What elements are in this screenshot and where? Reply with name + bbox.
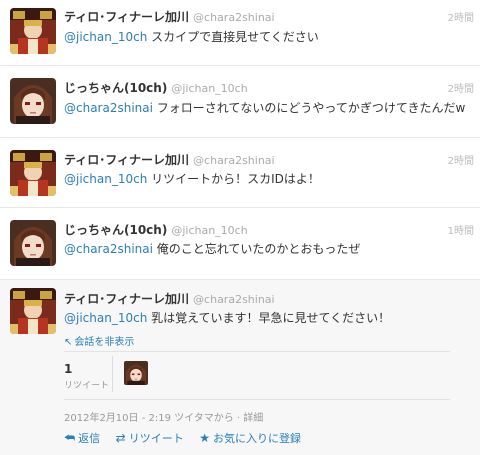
- divider: [64, 399, 450, 400]
- retweet-icon: ⇄: [115, 431, 126, 445]
- retweeter-avatar[interactable]: [124, 361, 148, 385]
- avatar[interactable]: [10, 78, 56, 124]
- user-name[interactable]: ティロ･フィナーレ加川: [64, 292, 189, 306]
- favorite-label: お気に入りに登録: [213, 432, 301, 445]
- timestamp[interactable]: 2時間: [448, 9, 474, 24]
- tweet-body: 乳は覚えています！早急に見せてください！: [147, 311, 391, 325]
- tweet-text: @jichan_10ch リツイートから！スカIDはよ！: [64, 170, 474, 187]
- tweet[interactable]: ティロ･フィナーレ加川 @chara2shinai 2時間 @jichan_10c…: [0, 138, 480, 208]
- user-handle[interactable]: @chara2shinai: [193, 154, 275, 167]
- user-name[interactable]: ティロ･フィナーレ加川: [64, 153, 189, 167]
- tweet-text: @chara2shinai 俺のこと忘れていたのかとおもったぜ: [64, 240, 474, 257]
- tweet[interactable]: じっちゃん(10ch) @jichan_10ch 2時間 @chara2shina…: [0, 66, 480, 138]
- user-handle[interactable]: @chara2shinai: [193, 11, 275, 24]
- tweet-header: じっちゃん(10ch) @jichan_10ch 1時間: [64, 221, 474, 237]
- tweet-body: リツイートから！スカIDはよ！: [147, 172, 320, 186]
- tweet-header: ティロ･フィナーレ加川 @chara2shinai 2時間: [64, 151, 474, 167]
- retweet-stats[interactable]: 1 リツイート: [64, 362, 114, 391]
- user-handle[interactable]: @chara2shinai: [193, 293, 275, 306]
- hide-conversation-link[interactable]: ↖ 会話を非表示: [64, 333, 134, 348]
- tweet[interactable]: ティロ･フィナーレ加川 @chara2shinai 2時間 @jichan_10c…: [0, 0, 480, 66]
- user-handle[interactable]: @jichan_10ch: [171, 82, 247, 95]
- tweet-body: スカイプで直接見せてください: [147, 30, 319, 44]
- tweet-actions: ⮪ 返信 ⇄ リツイート ★ お気に入りに登録: [64, 430, 313, 446]
- star-icon: ★: [199, 431, 210, 445]
- mention-link[interactable]: @jichan_10ch: [64, 172, 147, 186]
- timestamp[interactable]: 2時間: [448, 152, 474, 167]
- tweet-text: @jichan_10ch スカイプで直接見せてください: [64, 28, 474, 45]
- timestamp[interactable]: 2時間: [448, 80, 474, 95]
- conversation-icon: ↖: [64, 337, 73, 348]
- tweet[interactable]: じっちゃん(10ch) @jichan_10ch 1時間 @chara2shina…: [0, 208, 480, 280]
- timestamp[interactable]: 1時間: [448, 222, 474, 237]
- divider: [112, 356, 113, 392]
- user-handle[interactable]: @jichan_10ch: [171, 224, 247, 237]
- retweet-button[interactable]: ⇄ リツイート: [115, 431, 184, 445]
- tweet-body: フォローされてないのにどうやってかぎつけてきたんだw: [152, 101, 466, 115]
- tweet-header: ティロ･フィナーレ加川 @chara2shinai: [64, 290, 474, 306]
- mention-link[interactable]: @chara2shinai: [64, 242, 153, 256]
- favorite-button[interactable]: ★ お気に入りに登録: [199, 431, 301, 445]
- avatar[interactable]: [10, 220, 56, 266]
- conversation-timeline: ティロ･フィナーレ加川 @chara2shinai 2時間 @jichan_10c…: [0, 0, 480, 455]
- retweet-count: 1: [64, 362, 73, 376]
- retweet-label: リツイート: [128, 432, 184, 445]
- user-name[interactable]: じっちゃん(10ch): [64, 81, 167, 95]
- avatar[interactable]: [10, 8, 56, 54]
- avatar[interactable]: [10, 288, 56, 334]
- retweet-stats-label: リツイート: [64, 381, 110, 391]
- divider: [64, 351, 450, 352]
- mention-link[interactable]: @jichan_10ch: [64, 30, 147, 44]
- tweet-header: じっちゃん(10ch) @jichan_10ch 2時間: [64, 79, 474, 95]
- reply-button[interactable]: ⮪ 返信: [64, 431, 101, 445]
- user-name[interactable]: じっちゃん(10ch): [64, 223, 167, 237]
- reply-label: 返信: [78, 432, 101, 445]
- mention-link[interactable]: @jichan_10ch: [64, 311, 147, 325]
- user-name[interactable]: ティロ･フィナーレ加川: [64, 10, 189, 24]
- tweet-meta[interactable]: 2012年2月10日 - 2:19 ツイタマから · 詳細: [64, 409, 263, 424]
- tweet-text: @chara2shinai フォローされてないのにどうやってかぎつけてきたんだw: [64, 99, 474, 116]
- tweet-header: ティロ･フィナーレ加川 @chara2shinai 2時間: [64, 8, 474, 24]
- mention-link[interactable]: @chara2shinai: [64, 101, 153, 115]
- hide-conversation-label: 会話を非表示: [74, 337, 135, 348]
- reply-icon: ⮪: [64, 431, 76, 445]
- tweet-body: 俺のこと忘れていたのかとおもったぜ: [152, 242, 361, 256]
- avatar[interactable]: [10, 150, 56, 196]
- tweet-text: @jichan_10ch 乳は覚えています！早急に見せてください！: [64, 309, 474, 326]
- focused-tweet[interactable]: ティロ･フィナーレ加川 @chara2shinai @jichan_10ch 乳は…: [0, 280, 480, 455]
